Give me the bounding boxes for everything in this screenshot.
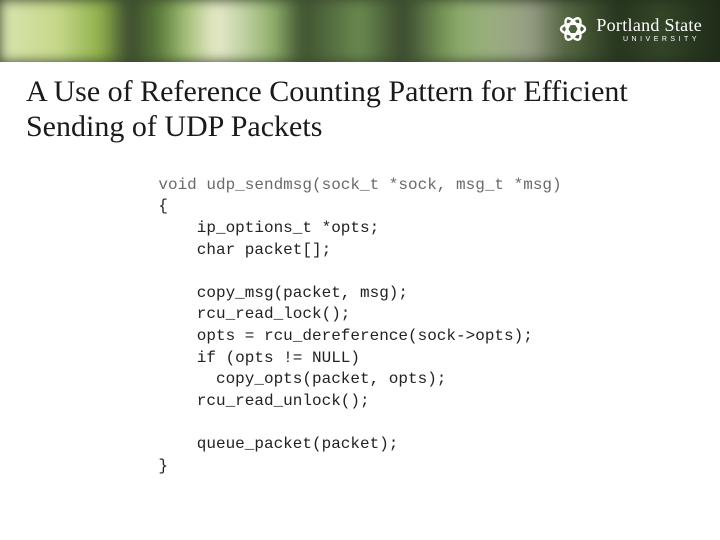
code-container: void udp_sendmsg(sock_t *sock, msg_t *ms… — [0, 175, 720, 477]
slide-title: A Use of Reference Counting Pattern for … — [26, 74, 694, 145]
header-banner: Portland State UNIVERSITY — [0, 0, 720, 62]
brand-sub: UNIVERSITY — [596, 36, 702, 43]
code-signature: void udp_sendmsg(sock_t *sock, msg_t *ms… — [158, 176, 561, 194]
interlock-icon — [558, 14, 588, 44]
code-body: { ip_options_t *opts; char packet[]; cop… — [158, 197, 532, 474]
brand-logo: Portland State UNIVERSITY — [558, 14, 702, 44]
brand-main: Portland State — [596, 16, 702, 34]
brand-text: Portland State UNIVERSITY — [596, 16, 702, 43]
code-block: void udp_sendmsg(sock_t *sock, msg_t *ms… — [158, 175, 561, 477]
